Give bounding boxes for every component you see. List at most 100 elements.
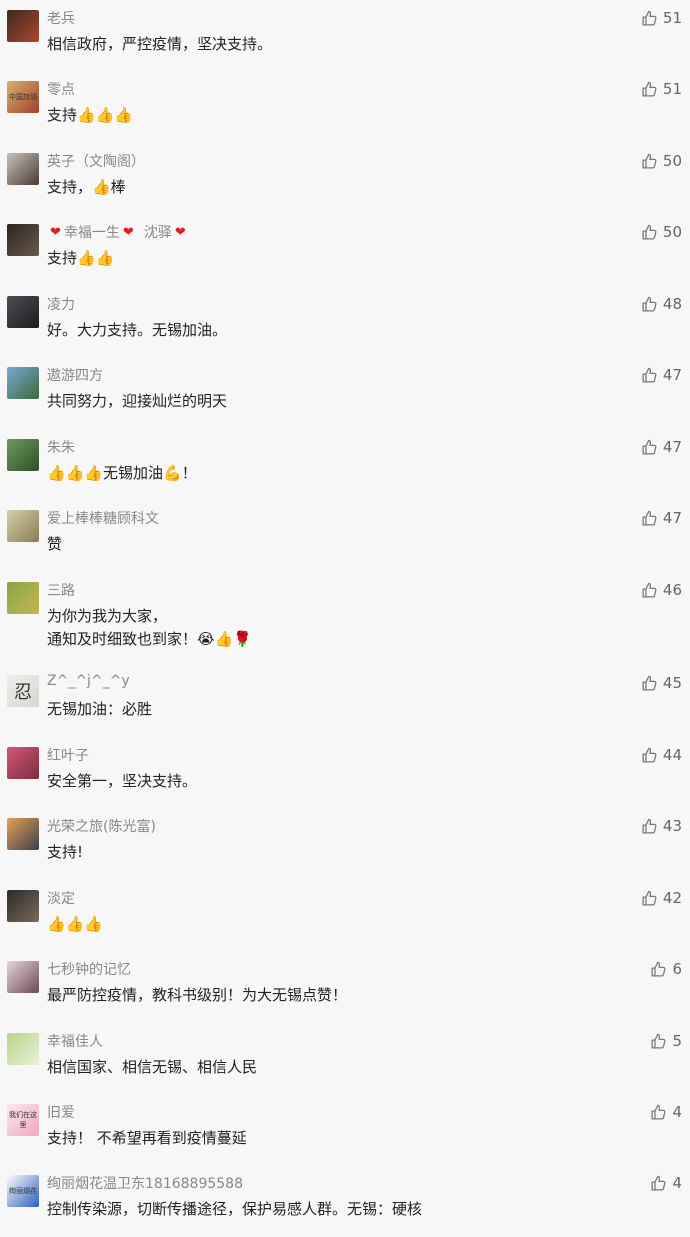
comment-text: 为你为我为大家， 通知及时细致也到家！😭👍🌹: [47, 607, 252, 648]
comment-item: 三路为你为我为大家， 通知及时细致也到家！😭👍🌹 46: [0, 574, 690, 648]
like-button[interactable]: 45: [641, 674, 682, 692]
author-name: 旧爱: [47, 1105, 75, 1121]
avatar[interactable]: [7, 224, 39, 256]
comment-author[interactable]: 光荣之旅(陈光富): [47, 816, 156, 836]
thumbs-up-icon: [641, 296, 658, 313]
like-count: 43: [662, 817, 682, 835]
avatar[interactable]: [7, 153, 39, 185]
thumbs-up-icon: [650, 961, 667, 978]
avatar[interactable]: [7, 296, 39, 328]
thumbs-up-icon: [641, 747, 658, 764]
like-button[interactable]: 51: [641, 80, 682, 98]
comment-text: 支持，👍棒: [47, 178, 126, 196]
thumbs-up-icon: [641, 153, 658, 170]
avatar-text: 绚丽烟花: [9, 1187, 37, 1195]
comment-author[interactable]: 七秒钟的记忆: [47, 959, 131, 979]
like-button[interactable]: 6: [650, 960, 682, 978]
comment-item: 绚丽烟花 绚丽烟花温卫东18168895588 控制传染源，切断传播途径，保护易感人…: [0, 1167, 690, 1237]
comment-item: ❤ 幸福一生 ❤ 沈驿 ❤ 支持👍👍 50: [0, 216, 690, 286]
comment-text: 最严防控疫情，教科书级别！为大无锡点赞！: [47, 986, 348, 1004]
avatar[interactable]: 中国加油: [7, 81, 39, 113]
comment-item: 幸福佳人 相信国家、相信无锡、相信人民 5: [0, 1025, 690, 1095]
author-name: 绚丽烟花温卫东18168895588: [47, 1176, 243, 1192]
comment-author[interactable]: 英子（文陶阁）: [47, 151, 145, 171]
comment-item: 中国加油 零点支持👍👍👍 51: [0, 73, 690, 143]
comment-author[interactable]: 幸福佳人: [47, 1031, 103, 1051]
like-button[interactable]: 4: [650, 1103, 682, 1121]
comment-author[interactable]: Z^_^j^_^y: [47, 673, 130, 689]
author-name: 遨游四方: [47, 368, 103, 384]
like-count: 42: [662, 889, 682, 907]
like-count: 51: [662, 9, 682, 27]
like-button[interactable]: 47: [641, 509, 682, 527]
like-button[interactable]: 43: [641, 817, 682, 835]
like-button[interactable]: 4: [650, 1174, 682, 1192]
comment-author[interactable]: 绚丽烟花温卫东18168895588: [47, 1173, 243, 1193]
avatar[interactable]: [7, 961, 39, 993]
avatar[interactable]: [7, 890, 39, 922]
comment-author[interactable]: 遨游四方: [47, 365, 103, 385]
avatar[interactable]: 绚丽烟花: [7, 1175, 39, 1207]
like-button[interactable]: 47: [641, 366, 682, 384]
thumbs-up-icon: [641, 675, 658, 692]
comment-author[interactable]: 老兵: [47, 8, 75, 28]
thumbs-up-icon: [650, 1033, 667, 1050]
avatar[interactable]: [7, 510, 39, 542]
comment-item: 红叶子 安全第一，坚决支持。 44: [0, 739, 690, 809]
avatar-text: 我们在这里: [9, 1111, 37, 1129]
comment-item: 光荣之旅(陈光富) 支持! 43: [0, 810, 690, 880]
avatar[interactable]: [7, 10, 39, 42]
like-count: 50: [662, 152, 682, 170]
like-button[interactable]: 5: [650, 1032, 682, 1050]
author-name: Z^_^j^_^y: [47, 673, 130, 689]
avatar[interactable]: [7, 818, 39, 850]
comment-text: 支持👍👍👍: [47, 106, 134, 124]
comment-author[interactable]: 凌力: [47, 294, 75, 314]
comment-item: 我们在这里 旧爱支持！ 不希望再看到疫情蔓延 4: [0, 1096, 690, 1166]
avatar[interactable]: 我们在这里: [7, 1104, 39, 1136]
comment-item: 爱上棒棒糖顾科文赞 47: [0, 502, 690, 572]
avatar-text: 忍: [14, 682, 32, 703]
like-button[interactable]: 46: [641, 581, 682, 599]
like-button[interactable]: 51: [641, 9, 682, 27]
like-button[interactable]: 44: [641, 746, 682, 764]
avatar[interactable]: [7, 582, 39, 614]
comment-text: 无锡加油：必胜: [47, 700, 153, 718]
author-name: 爱上棒棒糖顾科文: [47, 511, 159, 527]
avatar-text: 中国加油: [9, 93, 37, 101]
comment-author[interactable]: 朱朱: [47, 437, 75, 457]
comment-item: 遨游四方 共同努力，迎接灿烂的明天 47: [0, 359, 690, 429]
comment-author[interactable]: 三路: [47, 580, 75, 600]
comment-author[interactable]: 零点: [47, 79, 75, 99]
thumbs-up-icon: [641, 439, 658, 456]
avatar[interactable]: 忍: [7, 675, 39, 707]
like-count: 44: [662, 746, 682, 764]
avatar[interactable]: [7, 439, 39, 471]
thumbs-up-icon: [650, 1175, 667, 1192]
like-button[interactable]: 50: [641, 223, 682, 241]
like-button[interactable]: 42: [641, 889, 682, 907]
author-name: 朱朱: [47, 440, 75, 456]
thumbs-up-icon: [641, 582, 658, 599]
comment-author[interactable]: 红叶子: [47, 745, 89, 765]
avatar[interactable]: [7, 367, 39, 399]
comment-text: 👍👍👍无锡加油💪！: [47, 464, 197, 482]
like-button[interactable]: 48: [641, 295, 682, 313]
comment-author[interactable]: 爱上棒棒糖顾科文: [47, 508, 159, 528]
comment-item: 老兵 相信政府，严控疫情，坚决支持。 51: [0, 2, 690, 72]
comment-item: 英子（文陶阁） 支持，👍棒 50: [0, 145, 690, 215]
comment-author[interactable]: 旧爱: [47, 1102, 75, 1122]
comment-author[interactable]: 淡定: [47, 888, 75, 908]
comment-author[interactable]: ❤ 幸福一生 ❤ 沈驿 ❤: [47, 222, 189, 242]
comment-text: 支持！ 不希望再看到疫情蔓延: [47, 1129, 247, 1147]
author-name: 三路: [47, 583, 75, 599]
thumbs-up-icon: [641, 367, 658, 384]
comment-text: 赞: [47, 535, 63, 553]
like-count: 45: [662, 674, 682, 692]
like-button[interactable]: 47: [641, 438, 682, 456]
like-count: 50: [662, 223, 682, 241]
like-button[interactable]: 50: [641, 152, 682, 170]
avatar[interactable]: [7, 1033, 39, 1065]
comment-text: 好。大力支持。无锡加油。: [47, 321, 228, 339]
avatar[interactable]: [7, 747, 39, 779]
